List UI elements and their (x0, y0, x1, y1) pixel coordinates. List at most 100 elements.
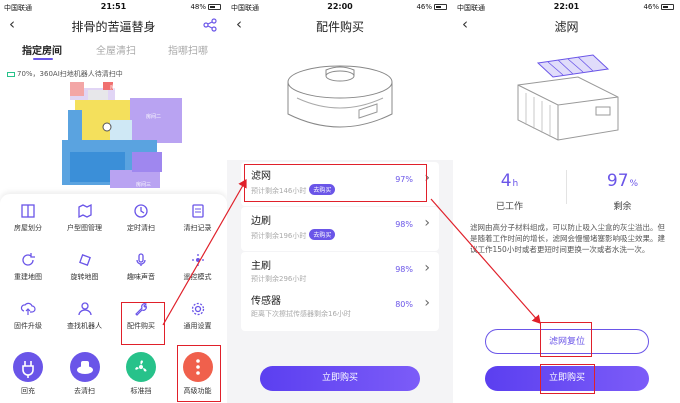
item-percent: 98% (395, 265, 413, 274)
remaining-stat: 97% 剩余 (566, 171, 679, 212)
page-title: 滤网 (554, 20, 579, 34)
status-bar: 中国联通 21:51 48% (0, 0, 227, 14)
battery-status: 48% (190, 3, 221, 11)
item-remaining: 距离下次擦拭传感器剩余16小时 (251, 310, 351, 318)
firmware-upload-icon (20, 302, 36, 315)
bottom-action-robot-clean[interactable]: 去清扫 (57, 352, 113, 396)
function-record[interactable]: 清扫记录 (170, 197, 226, 249)
battery-percent: 46% (643, 3, 659, 11)
share-icon[interactable] (203, 18, 217, 32)
nav-bar: ‹ 配件购买 (227, 14, 453, 38)
item-name: 边刷 (251, 216, 271, 227)
chevron-right-icon: › (424, 260, 430, 276)
room-label[interactable]: 房间二 (146, 113, 161, 120)
fan-icon (126, 352, 156, 382)
highlight-box (540, 322, 592, 357)
remain-caption: 剩余 (613, 202, 632, 212)
function-label: 重建地图 (14, 273, 42, 281)
battery-icon (208, 4, 221, 10)
filter-description: 滤网由高分子材料组成，可以防止吸入尘盒的灰尘溢出。但是随着工作时间的增长，滤网会… (470, 223, 665, 254)
highlight-box (121, 302, 165, 345)
worked-hours-stat: 4h 已工作 (453, 171, 566, 212)
function-gear[interactable]: 通用设置 (170, 295, 226, 347)
rebuild-map-icon (22, 253, 35, 266)
nav-bar: ‹ 排骨的苦逼替身 (0, 14, 227, 38)
function-label: 清扫记录 (183, 224, 212, 232)
robot-product-image (227, 38, 453, 160)
robot-vacuum-illustration (287, 65, 393, 128)
function-remote-control[interactable]: 遥控模式 (170, 246, 226, 298)
map-status-text: 70%，360AI扫地机器人待清扫中 (17, 70, 123, 78)
room-label[interactable]: 房间三 (136, 181, 151, 188)
item-remaining: 预计剩余296小时 (251, 275, 307, 283)
item-percent: 80% (395, 300, 413, 309)
status-bar: 中国联通 22:01 46% (453, 0, 680, 14)
remain-unit: % (629, 179, 639, 189)
worked-value: 4 (500, 171, 512, 191)
accessory-purchase-screen: 中国联通 22:00 46% ‹ 配件购买 滤网 预计剩余146小时 去购买 97… (227, 0, 453, 403)
filter-illustration (517, 54, 619, 141)
page-title: 排骨的苦逼替身 (71, 20, 156, 34)
highlight-box (177, 345, 221, 402)
bottom-action-fan[interactable]: 标准挡 (113, 352, 169, 396)
battery-percent: 48% (190, 3, 206, 11)
function-rebuild-map[interactable]: 重建地图 (0, 246, 56, 298)
function-label: 房屋划分 (14, 224, 42, 232)
floor-map[interactable]: 房间 房间二 房间三 (40, 80, 190, 195)
highlight-box (244, 164, 427, 202)
function-label: 通用设置 (183, 322, 212, 330)
item-name: 传感器 (251, 296, 281, 307)
map-manage-icon (77, 203, 92, 219)
robot-battery-icon (7, 71, 15, 77)
map-status: 70%，360AI扫地机器人待清扫中 (7, 69, 123, 79)
function-microphone[interactable]: 趣味声音 (113, 246, 169, 298)
function-clock[interactable]: 定时清扫 (113, 197, 169, 249)
list-item-side-brush[interactable]: 边刷 预计剩余196小时 去购买 98% › (241, 207, 439, 251)
function-label: 遥控模式 (183, 273, 212, 281)
robot-clean-icon (69, 352, 100, 382)
microphone-icon (136, 253, 146, 266)
function-rotate-map[interactable]: 旋转地图 (57, 246, 113, 298)
battery-status: 46% (643, 3, 674, 11)
status-bar: 中国联通 22:00 46% (227, 0, 453, 14)
charge-plug-icon (13, 352, 43, 382)
list-item-sensor[interactable]: 传感器 距离下次擦拭传感器剩余16小时 80% › (241, 287, 439, 331)
tab-point-clean[interactable]: 指哪扫哪 (168, 42, 208, 57)
nav-bar: ‹ 滤网 (453, 14, 680, 38)
tab-specified-room[interactable]: 指定房间 (22, 42, 62, 57)
battery-icon (434, 4, 447, 10)
record-icon (191, 204, 204, 218)
bottom-action-label: 去清扫 (74, 387, 95, 395)
find-robot-icon (77, 302, 92, 316)
battery-icon (661, 4, 674, 10)
clean-mode-tabs: 指定房间 全屋清扫 指哪扫哪 (0, 40, 227, 60)
function-find-robot[interactable]: 查找机器人 (57, 295, 113, 347)
function-label: 趣味声音 (127, 273, 155, 281)
bottom-action-label: 回充 (21, 387, 35, 395)
function-label: 查找机器人 (67, 322, 102, 330)
function-firmware-upload[interactable]: 固件升级 (0, 295, 56, 347)
page-title: 配件购买 (315, 20, 364, 34)
battery-status: 46% (416, 3, 447, 11)
function-label: 固件升级 (14, 322, 42, 330)
function-split-room[interactable]: 房屋划分 (0, 197, 56, 249)
tab-whole-house[interactable]: 全屋清扫 (96, 42, 136, 57)
buy-now-button[interactable]: 立即购买 (260, 366, 420, 391)
clock-icon (134, 204, 148, 218)
worked-caption: 已工作 (495, 202, 523, 212)
function-map-manage[interactable]: 户型图管理 (57, 197, 113, 249)
tab-underline (33, 58, 53, 60)
item-percent: 98% (395, 220, 413, 229)
remote-control-icon (191, 254, 204, 266)
chevron-right-icon: › (424, 295, 430, 311)
bottom-action-charge-plug[interactable]: 回充 (0, 352, 56, 396)
item-name: 主刷 (251, 261, 271, 272)
room-label[interactable]: 房间 (110, 84, 120, 91)
highlight-box (540, 364, 595, 394)
chevron-right-icon: › (424, 215, 430, 231)
function-label: 旋转地图 (70, 273, 99, 281)
remain-value: 97 (606, 171, 629, 191)
item-remaining: 预计剩余196小时 去购买 (251, 229, 336, 241)
buy-badge[interactable]: 去购买 (309, 229, 336, 240)
split-room-icon (21, 204, 35, 218)
